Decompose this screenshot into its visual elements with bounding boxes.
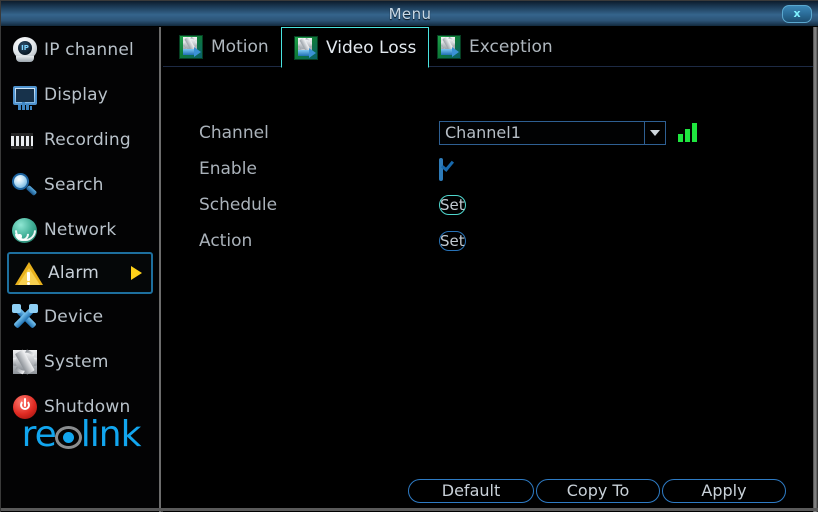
enable-checkbox[interactable] (439, 157, 455, 181)
copy-to-button[interactable]: Copy To (536, 479, 660, 503)
sidebar-item-recording[interactable]: Recording (1, 117, 159, 162)
schedule-control: Set (439, 195, 466, 215)
enable-control (439, 157, 455, 181)
sidebar-item-display[interactable]: Display (1, 72, 159, 117)
sidebar-item-label: Display (44, 84, 109, 105)
reolink-logo: re link (1, 413, 161, 457)
window-title: Menu (388, 5, 432, 23)
action-set-button[interactable]: Set (439, 231, 466, 251)
sidebar-item-label: Recording (44, 129, 131, 150)
tab-video-loss[interactable]: Video Loss (281, 27, 430, 68)
action-control: Set (439, 231, 466, 251)
chevron-right-icon (131, 266, 142, 280)
sidebar-item-alarm[interactable]: Alarm (7, 252, 153, 294)
apply-button[interactable]: Apply (662, 479, 786, 503)
device-icon (10, 302, 40, 332)
channel-select[interactable]: Channel1 (439, 121, 666, 145)
field-row-action: Action Set (199, 226, 799, 256)
field-row-channel: Channel Channel1 (199, 118, 799, 148)
default-button[interactable]: Default (408, 479, 534, 503)
exception-settings-icon (437, 35, 461, 59)
logo-text-before: re (21, 414, 57, 455)
sidebar-item-label: Device (44, 306, 104, 327)
menu-window: Menu x IP IP channel Display Recording S… (0, 0, 818, 512)
close-icon[interactable]: x (782, 5, 812, 23)
bottom-border (1, 508, 818, 511)
sidebar-item-search[interactable]: Search (1, 162, 159, 207)
channel-control: Channel1 (439, 121, 697, 145)
channel-select-value: Channel1 (445, 123, 521, 142)
sidebar-item-label: Search (44, 174, 104, 195)
field-row-schedule: Schedule Set (199, 190, 799, 220)
sidebar-item-label: System (44, 351, 109, 372)
sidebar-item-label: IP channel (44, 39, 134, 60)
sidebar-item-network[interactable]: Network (1, 207, 159, 252)
search-icon (10, 170, 40, 200)
logo-text-after: link (80, 414, 142, 455)
enable-label: Enable (199, 159, 257, 179)
title-bar: Menu x (1, 1, 818, 27)
recording-icon (10, 125, 40, 155)
field-row-enable: Enable (199, 154, 799, 184)
tab-bar: Motion Video Loss Exception (163, 27, 817, 68)
tab-label: Exception (469, 37, 553, 57)
content-panel: Motion Video Loss Exception Channel Chan… (163, 27, 817, 512)
alarm-icon (14, 258, 44, 288)
sidebar-item-ip-channel[interactable]: IP IP channel (1, 27, 159, 72)
action-label: Action (199, 231, 253, 251)
sidebar: IP IP channel Display Recording Search N… (1, 27, 161, 512)
ip-camera-icon: IP (10, 35, 40, 65)
schedule-set-button[interactable]: Set (439, 195, 466, 215)
tab-label: Motion (211, 37, 269, 57)
right-scrollbar[interactable] (813, 27, 817, 512)
motion-settings-icon (179, 35, 203, 59)
footer-bar: Default Copy To Apply (163, 470, 817, 512)
sidebar-item-label: Network (44, 219, 117, 240)
logo-o-icon (54, 426, 82, 449)
tab-motion[interactable]: Motion (167, 27, 281, 67)
chevron-down-icon[interactable] (644, 122, 665, 144)
system-icon (10, 347, 40, 377)
channel-label: Channel (199, 123, 269, 143)
video-loss-settings-icon (294, 35, 318, 60)
signal-strength-icon (678, 123, 698, 142)
network-icon (10, 215, 40, 245)
sidebar-item-label: Alarm (48, 263, 100, 283)
sidebar-item-system[interactable]: System (1, 339, 159, 384)
tab-label: Video Loss (326, 37, 417, 58)
schedule-label: Schedule (199, 195, 278, 215)
tab-exception[interactable]: Exception (425, 27, 565, 67)
sidebar-item-device[interactable]: Device (1, 294, 159, 339)
display-icon (10, 80, 40, 110)
